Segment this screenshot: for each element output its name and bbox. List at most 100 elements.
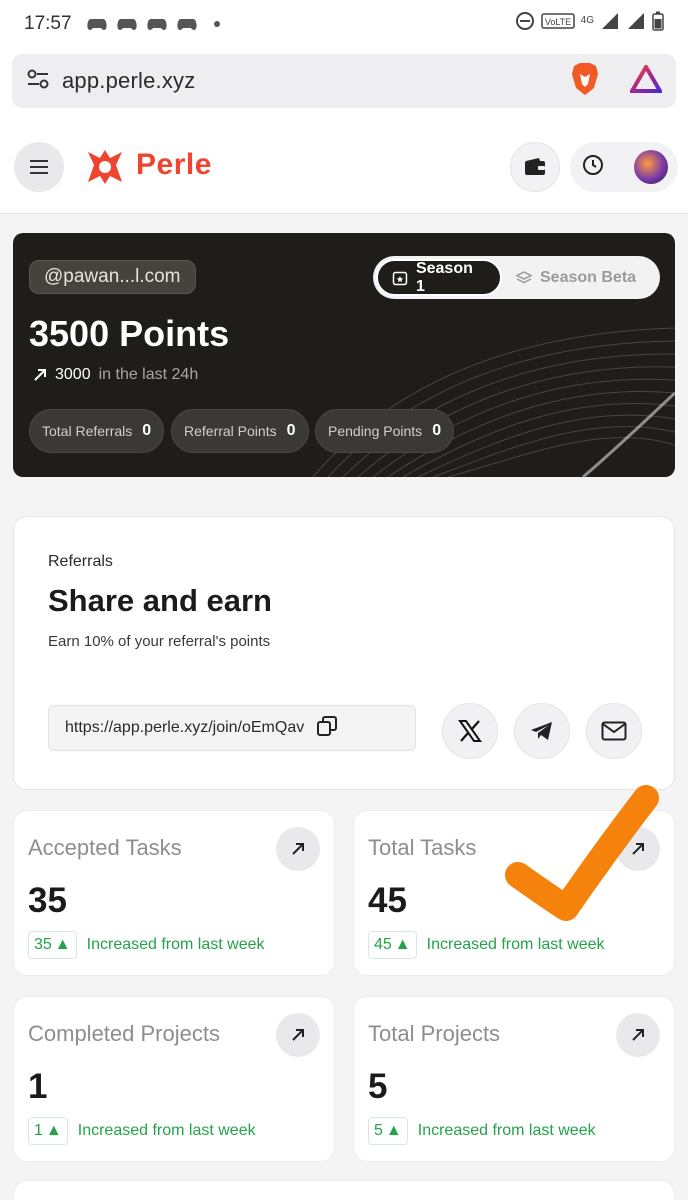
copy-icon[interactable] bbox=[316, 715, 338, 742]
card-label: Total Tasks bbox=[368, 835, 477, 860]
total-tasks-card: Total Tasks 45 45 ▲ Increased from last w… bbox=[353, 810, 675, 976]
season-1-tab[interactable]: Season 1 bbox=[376, 259, 502, 296]
season-beta-tab[interactable]: Season Beta bbox=[502, 259, 650, 296]
status-bar: 17:57 VoLTE 4G bbox=[0, 0, 688, 48]
card-value: 1 bbox=[28, 1067, 48, 1106]
points-total: 3500 Points bbox=[29, 313, 230, 354]
trend-delta: 5 bbox=[374, 1122, 383, 1139]
svg-text:VoLTE: VoLTE bbox=[544, 17, 570, 27]
signal-icon bbox=[600, 11, 620, 37]
card-value: 45 bbox=[368, 881, 407, 920]
trend-badge: 5 ▲ bbox=[368, 1117, 408, 1145]
mail-icon bbox=[601, 721, 627, 741]
gamepad-icon bbox=[86, 15, 108, 33]
gain-value: 3000 bbox=[55, 366, 91, 383]
triangle-up-icon: ▲ bbox=[394, 936, 411, 953]
share-telegram-button[interactable] bbox=[514, 703, 570, 759]
telegram-icon bbox=[531, 722, 552, 740]
hamburger-icon bbox=[30, 160, 48, 174]
arrow-up-right-icon bbox=[34, 369, 46, 381]
user-email: @pawan...l.com bbox=[29, 260, 196, 294]
points-hero-card: @pawan...l.com Season 1 Season Beta 3500… bbox=[13, 233, 675, 477]
card-trend: 35 ▲ Increased from last week bbox=[28, 931, 265, 959]
trend-badge: 1 ▲ bbox=[28, 1117, 68, 1145]
stat-value: 0 bbox=[142, 422, 152, 439]
total-tasks-open-button[interactable] bbox=[616, 827, 660, 871]
dot-icon bbox=[206, 15, 228, 33]
trend-delta: 45 bbox=[374, 936, 392, 953]
arrow-up-right-icon bbox=[632, 1029, 644, 1041]
total-referrals-pill: Total Referrals 0 bbox=[29, 409, 165, 453]
x-logo-icon bbox=[458, 720, 482, 742]
card-trend: 45 ▲ Increased from last week bbox=[368, 931, 605, 959]
brave-shield-icon[interactable] bbox=[570, 62, 600, 101]
history-button[interactable] bbox=[582, 154, 604, 181]
accepted-tasks-open-button[interactable] bbox=[276, 827, 320, 871]
trend-delta: 1 bbox=[34, 1122, 43, 1139]
trend-badge: 45 ▲ bbox=[368, 931, 417, 959]
points-gain: 3000 in the last 24h bbox=[33, 366, 198, 384]
referral-card: Referrals Share and earn Earn 10% of you… bbox=[13, 516, 675, 790]
brave-rewards-icon[interactable] bbox=[628, 62, 664, 98]
completed-projects-open-button[interactable] bbox=[276, 1013, 320, 1057]
trend-badge: 35 ▲ bbox=[28, 931, 77, 959]
completed-projects-card: Completed Projects 1 1 ▲ Increased from l… bbox=[13, 996, 335, 1162]
triangle-up-icon: ▲ bbox=[385, 1122, 402, 1139]
next-card-partial bbox=[13, 1180, 675, 1200]
referral-points-pill: Referral Points 0 bbox=[171, 409, 309, 453]
pending-points-pill: Pending Points 0 bbox=[315, 409, 455, 453]
signal-icon bbox=[626, 11, 646, 37]
trend-text: Increased from last week bbox=[77, 1122, 256, 1139]
share-x-button[interactable] bbox=[442, 703, 498, 759]
account-pill bbox=[570, 142, 678, 192]
network-label: 4G bbox=[580, 14, 594, 26]
referral-subtitle: Earn 10% of your referral's points bbox=[48, 633, 271, 650]
gamepad-icon bbox=[176, 15, 198, 33]
referral-eyebrow: Referrals bbox=[48, 553, 113, 570]
total-projects-open-button[interactable] bbox=[616, 1013, 660, 1057]
card-label: Completed Projects bbox=[28, 1021, 220, 1046]
dnd-icon bbox=[515, 11, 535, 37]
trend-text: Increased from last week bbox=[86, 936, 265, 953]
card-label: Total Projects bbox=[368, 1021, 501, 1046]
site-settings-icon[interactable] bbox=[26, 68, 50, 95]
url-text[interactable]: app.perle.xyz bbox=[62, 68, 195, 94]
gamepad-icon bbox=[146, 15, 168, 33]
address-bar[interactable]: app.perle.xyz bbox=[12, 54, 676, 108]
app-header: Perle bbox=[0, 120, 688, 214]
referral-link-field[interactable]: https://app.perle.xyz/join/oEmQav bbox=[48, 705, 416, 751]
triangle-up-icon: ▲ bbox=[45, 1122, 62, 1139]
referral-link-text: https://app.perle.xyz/join/oEmQav bbox=[65, 719, 305, 736]
status-right: VoLTE 4G bbox=[515, 11, 664, 37]
card-trend: 5 ▲ Increased from last week bbox=[368, 1117, 596, 1145]
wallet-button[interactable] bbox=[510, 142, 560, 192]
card-value: 5 bbox=[368, 1067, 388, 1106]
layers-icon bbox=[516, 270, 532, 283]
card-trend: 1 ▲ Increased from last week bbox=[28, 1117, 256, 1145]
arrow-up-right-icon bbox=[292, 843, 304, 855]
calendar-star-icon bbox=[392, 271, 408, 285]
stat-label: Pending Points bbox=[328, 423, 423, 439]
referral-title: Share and earn bbox=[48, 583, 272, 618]
volte-icon: VoLTE bbox=[540, 12, 575, 36]
wallet-icon bbox=[525, 158, 545, 175]
perle-logo-icon[interactable] bbox=[86, 148, 124, 186]
arrow-up-right-icon bbox=[632, 843, 644, 855]
browser-toolbar: app.perle.xyz bbox=[0, 48, 688, 120]
gain-text: in the last 24h bbox=[98, 366, 199, 383]
season-1-label: Season 1 bbox=[415, 259, 473, 295]
trend-delta: 35 bbox=[34, 936, 52, 953]
stat-label: Referral Points bbox=[184, 423, 277, 439]
triangle-up-icon: ▲ bbox=[54, 936, 71, 953]
accepted-tasks-card: Accepted Tasks 35 35 ▲ Increased from las… bbox=[13, 810, 335, 976]
total-projects-card: Total Projects 5 5 ▲ Increased from last … bbox=[353, 996, 675, 1162]
avatar[interactable] bbox=[634, 150, 668, 184]
share-email-button[interactable] bbox=[586, 703, 642, 759]
menu-button[interactable] bbox=[14, 142, 64, 192]
season-toggle: Season 1 Season Beta bbox=[373, 256, 660, 299]
trend-text: Increased from last week bbox=[426, 936, 605, 953]
stat-value: 0 bbox=[432, 422, 442, 439]
clock-icon bbox=[583, 154, 603, 175]
card-value: 35 bbox=[28, 881, 67, 920]
brand-name[interactable]: Perle bbox=[136, 148, 212, 182]
